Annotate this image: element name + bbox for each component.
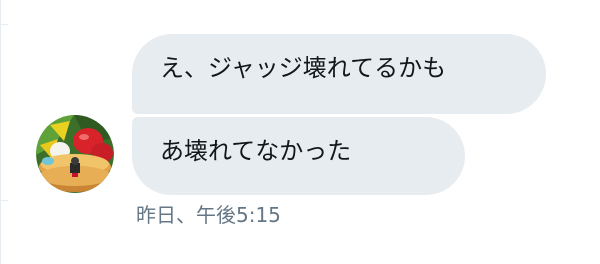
avatar-icon — [36, 115, 114, 193]
left-divider-tick — [0, 200, 8, 201]
message-timestamp: 昨日、午後5:15 — [136, 203, 281, 227]
message-group: え、ジャッジ壊れてるかも あ壊れてなかった 昨日、午後5:15 — [36, 34, 576, 264]
message-bubble[interactable]: え、ジャッジ壊れてるかも — [132, 34, 546, 114]
sender-avatar[interactable] — [36, 115, 114, 193]
left-divider-line — [0, 0, 1, 264]
message-bubble[interactable]: あ壊れてなかった — [132, 117, 465, 195]
left-divider-tick — [0, 24, 8, 25]
